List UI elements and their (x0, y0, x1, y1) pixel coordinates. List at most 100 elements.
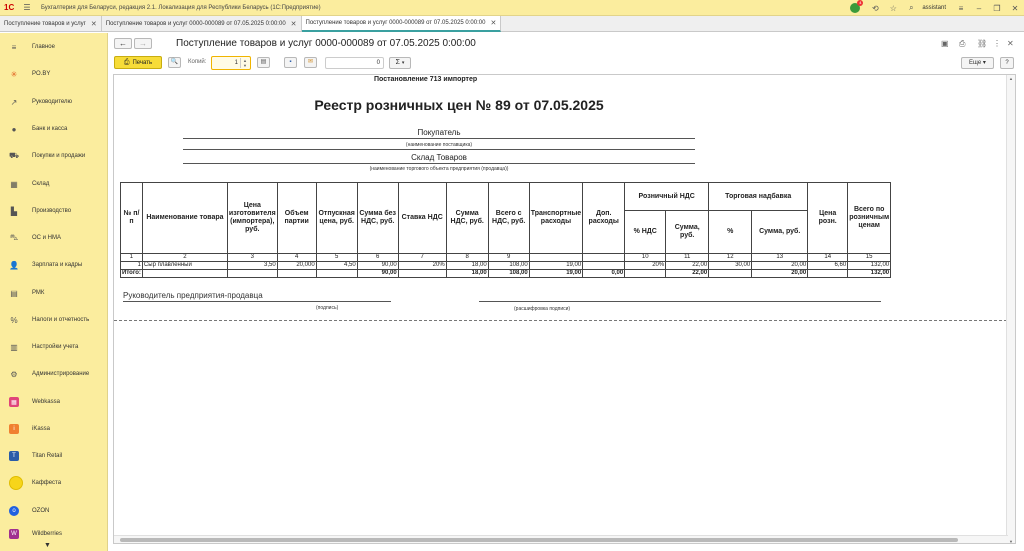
forward-button[interactable]: → (134, 38, 152, 49)
tab-receipt-print[interactable]: Поступление товаров и услуг 0000-000089 … (301, 16, 502, 32)
sidebar-item-salary[interactable]: 👤 Зарплата и кадры (0, 258, 108, 272)
sidebar-item-production[interactable]: ▙ Производство (0, 204, 108, 218)
column-number (528, 253, 584, 262)
sidebar-item-titan[interactable]: T Titan Retail (0, 449, 108, 463)
sidebar-item-label: РМК (32, 290, 45, 296)
close-tab-icon[interactable]: ✕ (490, 19, 496, 27)
column-number: 9 (487, 253, 530, 262)
copies-input[interactable]: 1 ▲ ▼ (211, 56, 251, 70)
sidebar-item-bank[interactable]: ● Банк и касса (0, 122, 108, 136)
column-number: 8 (445, 253, 489, 262)
total-row: Итого: 90,00 18,00 108,00 19,00 0,00 22,… (120, 269, 892, 278)
scroll-up-icon[interactable]: ▲ (1008, 76, 1014, 81)
vertical-scrollbar[interactable]: ▲ ▼ (1006, 75, 1015, 543)
signature-line (123, 301, 391, 302)
column-header: Всего по розничным ценам (847, 182, 892, 254)
current-user[interactable]: assistant (922, 5, 946, 11)
more-button[interactable]: Еще ▾ (961, 57, 994, 69)
sidebar-item-admin[interactable]: ⚙ Администрирование (0, 367, 108, 381)
print-button[interactable]: ⎙ Печать (114, 56, 162, 69)
tab-receipts-list[interactable]: Поступление товаров и услуг ✕ (0, 16, 102, 32)
minimize-icon[interactable]: – (970, 4, 988, 13)
table-cell: 6,60 (807, 261, 849, 270)
table-cell (624, 269, 667, 278)
page-title: Поступление товаров и услуг 0000-000089 … (176, 38, 476, 49)
send-email-icon[interactable]: ✉ (304, 57, 317, 68)
favorite-star-icon[interactable]: ☆ (884, 4, 902, 13)
horizontal-scrollbar[interactable] (114, 535, 1008, 543)
more-actions-icon[interactable]: ⋮ (993, 39, 1001, 48)
tab-receipt-document[interactable]: Поступление товаров и услуг 0000-000089 … (102, 16, 302, 32)
app-title: Бухгалтерия для Беларуси, редакция 2.1. … (41, 4, 321, 11)
table-cell: 20,000 (276, 261, 317, 270)
preview-icon[interactable]: 🔍 (168, 57, 181, 68)
column-number: 12 (708, 253, 753, 262)
column-number (582, 253, 626, 262)
scroll-down-icon[interactable]: ▼ (44, 542, 51, 549)
sidebar-item-webkassa[interactable]: ▦ Webkassa (0, 395, 108, 409)
table-row: 1 Сыр плавленный 3,50 20,000 4,50 90,00 … (120, 261, 892, 270)
sidebar-item-warehouse[interactable]: ▦ Склад (0, 177, 108, 191)
buyer-caption: (наименование поставщика) (405, 142, 473, 148)
sidebar-item-manager[interactable]: ↗ Руководителю (0, 95, 108, 109)
wildberries-icon: W (9, 529, 19, 539)
sidebar-item-wildberries[interactable]: W Wildberries (0, 529, 108, 539)
column-number: 10 (624, 253, 667, 262)
sum-button[interactable]: Σ ▾ (389, 57, 411, 69)
close-icon[interactable]: ✕ (1006, 4, 1024, 13)
notifications-bell-icon[interactable]: 4 (850, 0, 864, 13)
sidebar-item-label: Wildberries (32, 531, 63, 537)
more-button-label: Еще (969, 60, 982, 66)
ozon-icon: o (9, 506, 19, 516)
sum-field[interactable]: 0 (325, 57, 384, 69)
sidebar-item-ozon[interactable]: o OZON (0, 504, 108, 518)
table-cell: 0,00 (582, 269, 626, 278)
sidebar-item-rmk[interactable]: ▤ РМК (0, 286, 108, 300)
edit-report-icon[interactable]: ▤ (257, 57, 270, 68)
settings-menu-icon[interactable]: ≡ (952, 4, 970, 13)
copies-stepper[interactable]: ▲ ▼ (240, 58, 249, 68)
table-cell: 20,00 (751, 269, 809, 278)
table-cell: 132,00 (847, 269, 892, 278)
column-number: 14 (807, 253, 849, 262)
sidebar-item-main[interactable]: ≡ Главное (0, 40, 108, 54)
sidebar-item-purchases[interactable]: ⛟ Покупки и продажи (0, 149, 108, 163)
kaffesta-icon (9, 476, 23, 490)
scroll-down-icon[interactable]: ▼ (1008, 539, 1014, 543)
column-header: Отпускная цена, руб. (315, 182, 358, 254)
hamburger-menu-icon[interactable]: ☰ (21, 3, 33, 13)
sidebar-item-label: Titan Retail (32, 453, 63, 459)
print-icon[interactable]: ⎙ (959, 39, 965, 49)
sidebar-item-assets[interactable]: ⛍ ОС и НМА (0, 231, 108, 245)
column-number: 2 (141, 253, 228, 262)
sidebar-item-ikassa[interactable]: i iKassa (0, 422, 108, 436)
back-button[interactable]: ← (114, 38, 132, 49)
report-spreadsheet[interactable]: Постановление 713 импортер Реестр рознич… (113, 74, 1016, 544)
search-icon[interactable]: ⌕ (902, 3, 920, 13)
sidebar-item-poby[interactable]: ✳ PO.BY (0, 67, 108, 81)
help-button[interactable]: ? (1000, 57, 1014, 69)
table-cell: 20% (397, 261, 447, 270)
column-header: Доп. расходы (582, 182, 626, 254)
close-form-icon[interactable]: ✕ (1007, 39, 1014, 48)
save-document-icon[interactable]: ▣ (941, 39, 949, 48)
trend-icon: ↗ (10, 97, 18, 107)
table-cell (141, 269, 228, 278)
sidebar-item-accounting-settings[interactable]: ▥ Настройки учета (0, 340, 108, 354)
history-icon[interactable]: ⟲ (866, 4, 884, 13)
save-file-icon[interactable]: ▪ (284, 57, 297, 68)
column-subheader: % НДС (624, 210, 667, 254)
sidebar-item-label: ОС и НМА (32, 235, 62, 241)
table-cell: 22,00 (665, 261, 710, 270)
close-tab-icon[interactable]: ✕ (91, 20, 97, 28)
link-icon[interactable]: ⛓ (977, 39, 987, 48)
restore-icon[interactable]: ❐ (988, 4, 1006, 13)
close-tab-icon[interactable]: ✕ (291, 20, 297, 28)
scrollbar-thumb[interactable] (120, 538, 958, 542)
column-header: Розничный НДС (624, 182, 710, 211)
sidebar-item-taxes[interactable]: % Налоги и отчетность (0, 313, 108, 327)
table-cell (276, 269, 317, 278)
report-title: Реестр розничных цен № 89 от 07.05.2025 (314, 97, 604, 113)
column-header: Всего с НДС, руб. (487, 182, 530, 254)
sidebar-item-kaffesta[interactable]: Каффеста (0, 476, 108, 490)
